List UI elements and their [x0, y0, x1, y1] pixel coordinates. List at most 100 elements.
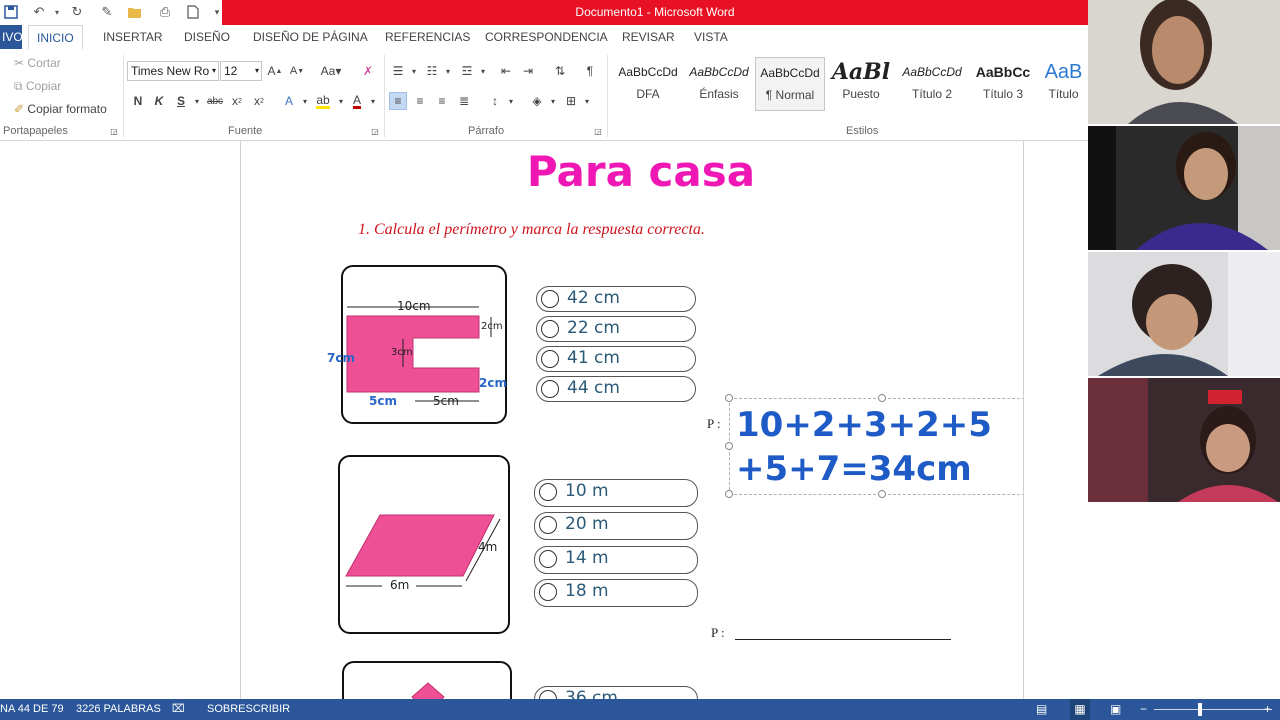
- font-size-select[interactable]: 12 ▾: [220, 61, 262, 81]
- overtype-mode[interactable]: SOBRESCRIBIR: [207, 699, 290, 720]
- style-titulo-2[interactable]: AaBbCcDd Título 2: [897, 57, 967, 111]
- ribbon-tabs: IVO INICIO INSERTAR DISEÑO DISEÑO DE PÁG…: [0, 25, 1088, 49]
- redo-icon[interactable]: ↻: [68, 3, 86, 21]
- shrink-font-icon[interactable]: A ▼: [288, 62, 306, 80]
- style-name: Título 2: [911, 87, 953, 101]
- chevron-down-icon[interactable]: ▾: [502, 92, 520, 110]
- style-enfasis[interactable]: AaBbCcDd Énfasis: [684, 57, 754, 111]
- label-right-bottom: 2cm: [479, 376, 507, 390]
- style-normal[interactable]: AaBbCcDd ¶ Normal: [755, 57, 825, 111]
- option-1b[interactable]: 22 cm: [536, 316, 696, 342]
- tab-correspondencia[interactable]: CORRESPONDENCIA: [477, 25, 616, 49]
- zoom-in-icon[interactable]: +: [1264, 699, 1271, 720]
- style-titulo-3[interactable]: AaBbCc Título 3: [968, 57, 1038, 111]
- zoom-slider-track[interactable]: [1154, 709, 1272, 710]
- bold-icon[interactable]: N: [129, 92, 147, 110]
- resize-handle[interactable]: [878, 394, 886, 402]
- chevron-down-icon[interactable]: ▾: [439, 62, 457, 80]
- answer-text[interactable]: 10+2+3+2+5 +5+7=34cm: [736, 403, 1023, 491]
- resize-handle[interactable]: [725, 490, 733, 498]
- option-label: 18 m: [565, 581, 609, 601]
- underline-dropdown-icon[interactable]: ▾: [188, 92, 206, 110]
- chevron-down-icon[interactable]: ▾: [405, 62, 423, 80]
- group-separator: [384, 55, 385, 137]
- document-page[interactable]: Para casa 1. Calcula el perímetro y marc…: [240, 141, 1024, 699]
- web-layout-icon[interactable]: ▣: [1110, 699, 1121, 720]
- justify-icon[interactable]: ≣: [455, 92, 473, 110]
- format-painter-button[interactable]: ✐ Copiar formato: [14, 102, 107, 116]
- tab-vista[interactable]: VISTA: [686, 25, 736, 49]
- italic-icon[interactable]: K: [150, 92, 168, 110]
- tab-file[interactable]: IVO: [0, 25, 23, 49]
- print-icon[interactable]: ⎙: [156, 3, 174, 21]
- exercise-instruction: 1. Calcula el perímetro y marca la respu…: [358, 221, 705, 238]
- highlight-icon[interactable]: ab: [314, 92, 332, 110]
- font-name-select[interactable]: Times New Ro ▾: [127, 61, 219, 81]
- tab-insertar[interactable]: INSERTAR: [95, 25, 171, 49]
- print-layout-icon[interactable]: ▦: [1070, 699, 1090, 720]
- video-tile-1[interactable]: [1088, 0, 1280, 124]
- chevron-down-icon[interactable]: ▾: [364, 92, 382, 110]
- tab-revisar[interactable]: REVISAR: [614, 25, 683, 49]
- document-area[interactable]: Para casa 1. Calcula el perímetro y marc…: [0, 141, 1088, 699]
- proofing-icon[interactable]: ⌧: [172, 699, 185, 720]
- sort-icon[interactable]: ⇅: [551, 62, 569, 80]
- resize-handle[interactable]: [725, 442, 733, 450]
- read-mode-icon[interactable]: ▤: [1036, 699, 1047, 720]
- decrease-indent-icon[interactable]: ⇤: [497, 62, 515, 80]
- option-2b[interactable]: 20 m: [534, 512, 698, 540]
- option-1d[interactable]: 44 cm: [536, 376, 696, 402]
- copy-button[interactable]: ⧉ Copiar: [14, 79, 61, 94]
- edit-icon[interactable]: ✎: [98, 3, 116, 21]
- increase-indent-icon[interactable]: ⇥: [519, 62, 537, 80]
- align-center-icon[interactable]: ≡: [411, 92, 429, 110]
- paragraph-launcher-icon[interactable]: ◲: [592, 125, 604, 137]
- chevron-down-icon[interactable]: ▾: [474, 62, 492, 80]
- change-case-icon[interactable]: Aa▾: [316, 62, 346, 80]
- zoom-slider-thumb[interactable]: [1198, 703, 1202, 716]
- option-3a[interactable]: 36 cm: [534, 686, 698, 699]
- resize-handle[interactable]: [725, 394, 733, 402]
- clear-format-icon[interactable]: ✗: [359, 62, 377, 80]
- new-document-icon[interactable]: [184, 3, 202, 21]
- option-2d[interactable]: 18 m: [534, 579, 698, 607]
- option-1c[interactable]: 41 cm: [536, 346, 696, 372]
- open-folder-icon[interactable]: [126, 3, 144, 21]
- align-right-icon[interactable]: ≡: [433, 92, 451, 110]
- undo-icon[interactable]: ↶: [30, 3, 48, 21]
- strikethrough-icon[interactable]: abc: [206, 92, 224, 110]
- tab-diseno[interactable]: DISEÑO: [176, 25, 238, 49]
- subscript-icon[interactable]: x2: [228, 92, 246, 110]
- tab-referencias[interactable]: REFERENCIAS: [377, 25, 478, 49]
- style-puesto[interactable]: AaBl Puesto: [826, 57, 896, 111]
- pilcrow-icon[interactable]: ¶: [581, 62, 599, 80]
- chevron-down-icon[interactable]: ▾: [296, 92, 314, 110]
- word-count[interactable]: 3226 PALABRAS: [76, 699, 161, 720]
- superscript-icon[interactable]: x2: [250, 92, 268, 110]
- style-name: Título: [1048, 87, 1079, 101]
- option-2c[interactable]: 14 m: [534, 546, 698, 574]
- video-tile-4[interactable]: [1088, 378, 1280, 502]
- option-1a[interactable]: 42 cm: [536, 286, 696, 312]
- video-tile-3[interactable]: [1088, 252, 1280, 376]
- zoom-out-icon[interactable]: −: [1140, 699, 1147, 720]
- style-dfa[interactable]: AaBbCcDd DFA: [613, 57, 683, 111]
- align-left-icon[interactable]: ≡: [389, 92, 407, 110]
- style-titulo[interactable]: AaB Título: [1039, 57, 1088, 111]
- tab-diseno-pagina[interactable]: DISEÑO DE PÁGINA: [245, 25, 376, 49]
- copy-icon: ⧉: [14, 79, 23, 93]
- clipboard-launcher-icon[interactable]: ◲: [108, 125, 120, 137]
- resize-handle[interactable]: [878, 490, 886, 498]
- option-2a[interactable]: 10 m: [534, 479, 698, 507]
- video-tile-2[interactable]: [1088, 126, 1280, 250]
- undo-dropdown-icon[interactable]: ▾: [48, 3, 66, 21]
- page-title: Para casa: [526, 147, 756, 196]
- cut-button[interactable]: ✂ Cortar: [14, 56, 61, 70]
- chevron-down-icon[interactable]: ▾: [544, 92, 562, 110]
- save-icon[interactable]: [2, 3, 20, 21]
- chevron-down-icon[interactable]: ▾: [578, 92, 596, 110]
- tab-inicio[interactable]: INICIO: [28, 25, 83, 49]
- page-count[interactable]: NA 44 DE 79: [0, 699, 64, 720]
- grow-font-icon[interactable]: A ▲: [266, 62, 284, 80]
- font-launcher-icon[interactable]: ◲: [369, 125, 381, 137]
